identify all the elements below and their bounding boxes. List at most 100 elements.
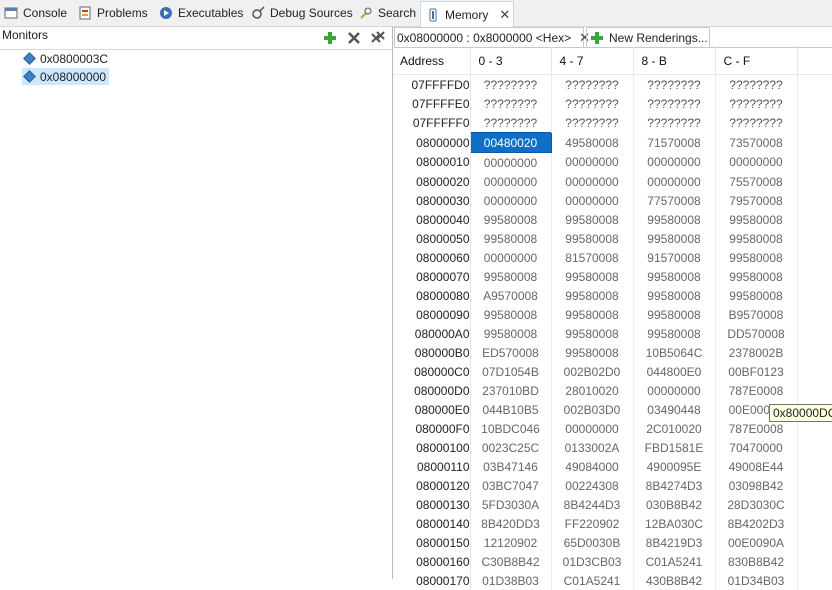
memory-cell[interactable]: 77570008 bbox=[633, 191, 716, 210]
memory-cell[interactable]: 99580008 bbox=[715, 267, 798, 286]
memory-cell[interactable]: 00000000 bbox=[551, 172, 634, 191]
memory-cell[interactable]: 8B420DD3 bbox=[470, 514, 552, 533]
memory-cell[interactable]: 07D1054B bbox=[470, 362, 552, 381]
memory-cell[interactable]: 03098B42 bbox=[715, 476, 798, 495]
memory-cell[interactable]: 99580008 bbox=[470, 305, 552, 324]
memory-cell[interactable]: 49580008 bbox=[551, 132, 634, 153]
memory-cell[interactable]: ???????? bbox=[715, 94, 798, 113]
new-renderings-tab[interactable]: New Renderings... bbox=[586, 27, 710, 47]
memory-cell[interactable]: 99580008 bbox=[633, 324, 716, 343]
tab-problems[interactable]: Problems bbox=[78, 0, 148, 26]
memory-cell[interactable]: 8B4244D3 bbox=[551, 495, 634, 514]
memory-cell[interactable]: 99580008 bbox=[633, 229, 716, 248]
remove-monitor-icon[interactable] bbox=[346, 30, 362, 46]
memory-cell[interactable]: 99580008 bbox=[633, 267, 716, 286]
memory-cell[interactable]: ???????? bbox=[470, 113, 552, 133]
tab-console[interactable]: Console bbox=[4, 0, 67, 26]
memory-cell[interactable]: 99580008 bbox=[633, 210, 716, 229]
memory-cell[interactable]: 91570008 bbox=[633, 248, 716, 267]
memory-cell[interactable]: 99580008 bbox=[470, 210, 552, 229]
memory-cell[interactable]: ???????? bbox=[470, 74, 552, 94]
tab-search[interactable]: Search bbox=[359, 0, 416, 26]
memory-cell[interactable]: ???????? bbox=[715, 113, 798, 133]
memory-cell[interactable]: 8B4202D3 bbox=[715, 514, 798, 533]
memory-cell[interactable]: 71570008 bbox=[633, 132, 716, 153]
memory-cell[interactable]: 01D38B03 bbox=[470, 571, 552, 590]
memory-cell[interactable]: ???????? bbox=[633, 94, 716, 113]
memory-cell[interactable]: 00480020 bbox=[469, 132, 552, 153]
memory-cell[interactable]: ???????? bbox=[633, 113, 716, 133]
memory-cell[interactable]: 99580008 bbox=[470, 267, 552, 286]
memory-cell[interactable]: B9570008 bbox=[715, 305, 798, 324]
memory-cell[interactable]: ???????? bbox=[551, 113, 634, 133]
memory-cell[interactable]: 99580008 bbox=[551, 267, 634, 286]
memory-cell[interactable]: C01A5241 bbox=[633, 552, 716, 571]
add-monitor-icon[interactable] bbox=[322, 30, 338, 46]
memory-cell[interactable]: 99580008 bbox=[633, 305, 716, 324]
column-header-4-7[interactable]: 4 - 7 bbox=[551, 47, 634, 75]
memory-cell[interactable]: 4900095E bbox=[633, 457, 716, 476]
monitor-item[interactable]: 0x08000000 bbox=[22, 68, 110, 85]
memory-cell[interactable]: 0133002A bbox=[551, 438, 634, 457]
memory-cell[interactable]: 5FD3030A bbox=[470, 495, 552, 514]
memory-cell[interactable]: 237010BD bbox=[470, 381, 552, 400]
memory-cell[interactable]: 00000000 bbox=[470, 152, 552, 172]
memory-cell[interactable]: ???????? bbox=[551, 94, 634, 113]
memory-cell[interactable]: 28010020 bbox=[551, 381, 634, 400]
memory-cell[interactable]: 00000000 bbox=[470, 191, 552, 210]
rendering-tab-hex[interactable]: 0x08000000 : 0x8000000 <Hex> ✕ bbox=[394, 27, 590, 47]
memory-cell[interactable]: 00BF0123 bbox=[715, 362, 798, 381]
remove-all-monitors-icon[interactable] bbox=[370, 30, 386, 46]
memory-cell[interactable]: 2C010020 bbox=[633, 419, 716, 438]
memory-cell[interactable]: 49084000 bbox=[551, 457, 634, 476]
memory-cell[interactable]: 2378002B bbox=[715, 343, 798, 362]
memory-cell[interactable]: 830B8B42 bbox=[715, 552, 798, 571]
memory-cell[interactable]: 00224308 bbox=[551, 476, 634, 495]
memory-cell[interactable]: 002B03D0 bbox=[551, 400, 634, 419]
memory-cell[interactable]: 03BC7047 bbox=[470, 476, 552, 495]
memory-cell[interactable]: 8B4274D3 bbox=[633, 476, 716, 495]
memory-cell[interactable]: 00000000 bbox=[551, 191, 634, 210]
memory-cell[interactable]: ???????? bbox=[551, 74, 634, 94]
memory-cell[interactable]: 01D34B03 bbox=[715, 571, 798, 590]
memory-cell[interactable]: 00000000 bbox=[633, 381, 716, 400]
memory-cell[interactable]: 99580008 bbox=[715, 286, 798, 305]
memory-cell[interactable]: 00000000 bbox=[551, 152, 634, 172]
column-header-c-f[interactable]: C - F bbox=[715, 47, 798, 75]
memory-cell[interactable]: ???????? bbox=[470, 94, 552, 113]
memory-cell[interactable]: 03490448 bbox=[633, 400, 716, 419]
memory-cell[interactable]: 10B5064C bbox=[633, 343, 716, 362]
memory-cell[interactable]: 99580008 bbox=[551, 324, 634, 343]
memory-cell[interactable]: 99580008 bbox=[551, 305, 634, 324]
memory-cell[interactable]: 00000000 bbox=[470, 172, 552, 191]
memory-cell[interactable]: 00000000 bbox=[551, 419, 634, 438]
memory-cell[interactable]: 12BA030C bbox=[633, 514, 716, 533]
memory-cell[interactable]: 0023C25C bbox=[470, 438, 552, 457]
memory-cell[interactable]: 99580008 bbox=[633, 286, 716, 305]
column-header-8-b[interactable]: 8 - B bbox=[633, 47, 716, 75]
memory-cell[interactable]: 044B10B5 bbox=[470, 400, 552, 419]
memory-cell[interactable]: ???????? bbox=[715, 74, 798, 94]
tab-executables[interactable]: Executables bbox=[159, 0, 243, 26]
memory-cell[interactable]: 79570008 bbox=[715, 191, 798, 210]
memory-cell[interactable]: 75570008 bbox=[715, 172, 798, 191]
memory-cell[interactable]: 65D0030B bbox=[551, 533, 634, 552]
memory-cell[interactable]: 49008E44 bbox=[715, 457, 798, 476]
memory-cell[interactable]: 99580008 bbox=[470, 324, 552, 343]
memory-cell[interactable]: 99580008 bbox=[715, 229, 798, 248]
memory-cell[interactable]: 99580008 bbox=[715, 248, 798, 267]
memory-cell[interactable]: 99580008 bbox=[551, 343, 634, 362]
memory-cell[interactable]: 12120902 bbox=[470, 533, 552, 552]
memory-cell[interactable]: 03B47146 bbox=[470, 457, 552, 476]
memory-cell[interactable]: 99580008 bbox=[551, 210, 634, 229]
tab-memory[interactable]: Memory ✕ bbox=[420, 1, 514, 27]
memory-cell[interactable]: ED570008 bbox=[470, 343, 552, 362]
memory-cell[interactable]: 00000000 bbox=[633, 172, 716, 191]
memory-cell[interactable]: DD570008 bbox=[715, 324, 798, 343]
memory-cell[interactable]: 00000000 bbox=[633, 152, 716, 172]
memory-cell[interactable]: 8B4219D3 bbox=[633, 533, 716, 552]
memory-cell[interactable]: 01D3CB03 bbox=[551, 552, 634, 571]
memory-cell[interactable]: 00E0090A bbox=[715, 533, 798, 552]
memory-cell[interactable]: C01A5241 bbox=[551, 571, 634, 590]
memory-cell[interactable]: 28D3030C bbox=[715, 495, 798, 514]
